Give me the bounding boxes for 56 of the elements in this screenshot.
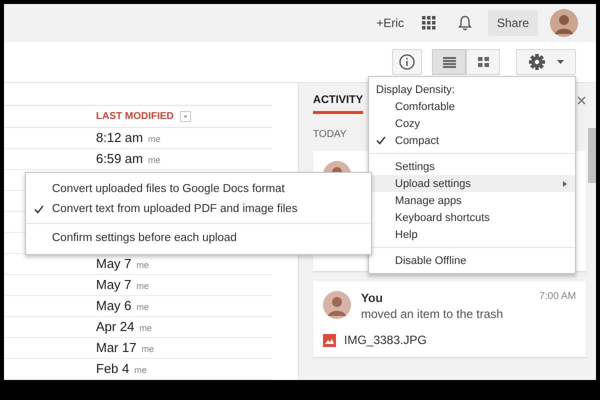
apps-grid-icon[interactable] <box>422 16 436 30</box>
avatar-icon <box>323 291 351 319</box>
modified-date: May 6 <box>96 297 132 315</box>
modified-date: May 7 <box>96 276 132 294</box>
modified-date: May 7 <box>96 255 132 273</box>
grid-view-icon <box>478 57 488 67</box>
image-file-icon <box>323 334 336 346</box>
menu-item[interactable]: Settings <box>369 158 575 175</box>
activity-time: 7:00 AM <box>539 291 576 304</box>
file-name[interactable]: IMG_3383.JPG <box>344 333 427 347</box>
menu-option[interactable]: Convert text from uploaded PDF and image files <box>26 199 371 219</box>
info-icon <box>399 54 415 70</box>
owner-label: me <box>136 301 149 314</box>
column-header[interactable]: LAST MODIFIED <box>96 111 174 122</box>
menu-item[interactable]: Help <box>369 226 575 243</box>
notification-bell-icon[interactable] <box>458 15 472 31</box>
settings-button[interactable] <box>516 49 576 75</box>
menu-item[interactable]: Upload settings <box>369 175 575 192</box>
menu-option[interactable]: Convert uploaded files to Google Docs format <box>26 179 371 199</box>
owner-label: me <box>136 280 149 293</box>
menu-item[interactable]: Disable Offline <box>369 252 575 269</box>
share-button[interactable]: Share <box>488 10 538 36</box>
owner-label: me <box>136 259 149 272</box>
activity-tab[interactable]: ACTIVITY <box>313 94 364 114</box>
info-button[interactable] <box>392 49 422 75</box>
menu-item[interactable]: Manage apps <box>369 192 575 209</box>
menu-item[interactable]: Keyboard shortcuts <box>369 209 575 226</box>
menu-heading: Display Density: <box>376 84 456 96</box>
caret-icon <box>556 60 564 64</box>
view-toggle-button[interactable] <box>466 49 500 75</box>
scrollbar-thumb[interactable] <box>588 128 596 183</box>
user-name-link[interactable]: +Eric <box>376 16 404 30</box>
owner-label: me <box>141 343 154 356</box>
actor-name: You <box>361 291 383 305</box>
owner-label: me <box>148 154 160 167</box>
activity-description: moved an item to the trash <box>361 307 504 321</box>
view-toggle-button[interactable] <box>432 49 466 75</box>
owner-label: me <box>134 364 147 377</box>
sort-dropdown-icon[interactable] <box>180 111 191 122</box>
section-label: TODAY <box>313 129 347 140</box>
modified-date: 6:59 am <box>96 150 143 168</box>
avatar-icon[interactable] <box>550 9 578 37</box>
submenu-arrow-icon <box>563 180 567 186</box>
list-view-icon <box>442 56 456 68</box>
menu-option[interactable]: Compact <box>369 132 575 149</box>
modified-date: 8:12 am <box>96 129 143 147</box>
menu-option[interactable]: Confirm settings before each upload <box>26 228 371 248</box>
menu-option[interactable]: Comfortable <box>369 98 575 115</box>
owner-label: me <box>139 322 152 335</box>
settings-icon <box>528 54 544 70</box>
modified-date: Feb 4 <box>96 360 130 378</box>
close-icon[interactable] <box>577 96 586 105</box>
owner-label: me <box>148 133 160 146</box>
modified-date: Mar 17 <box>96 339 136 357</box>
modified-date: Apr 24 <box>96 318 134 336</box>
menu-option[interactable]: Cozy <box>369 115 575 132</box>
